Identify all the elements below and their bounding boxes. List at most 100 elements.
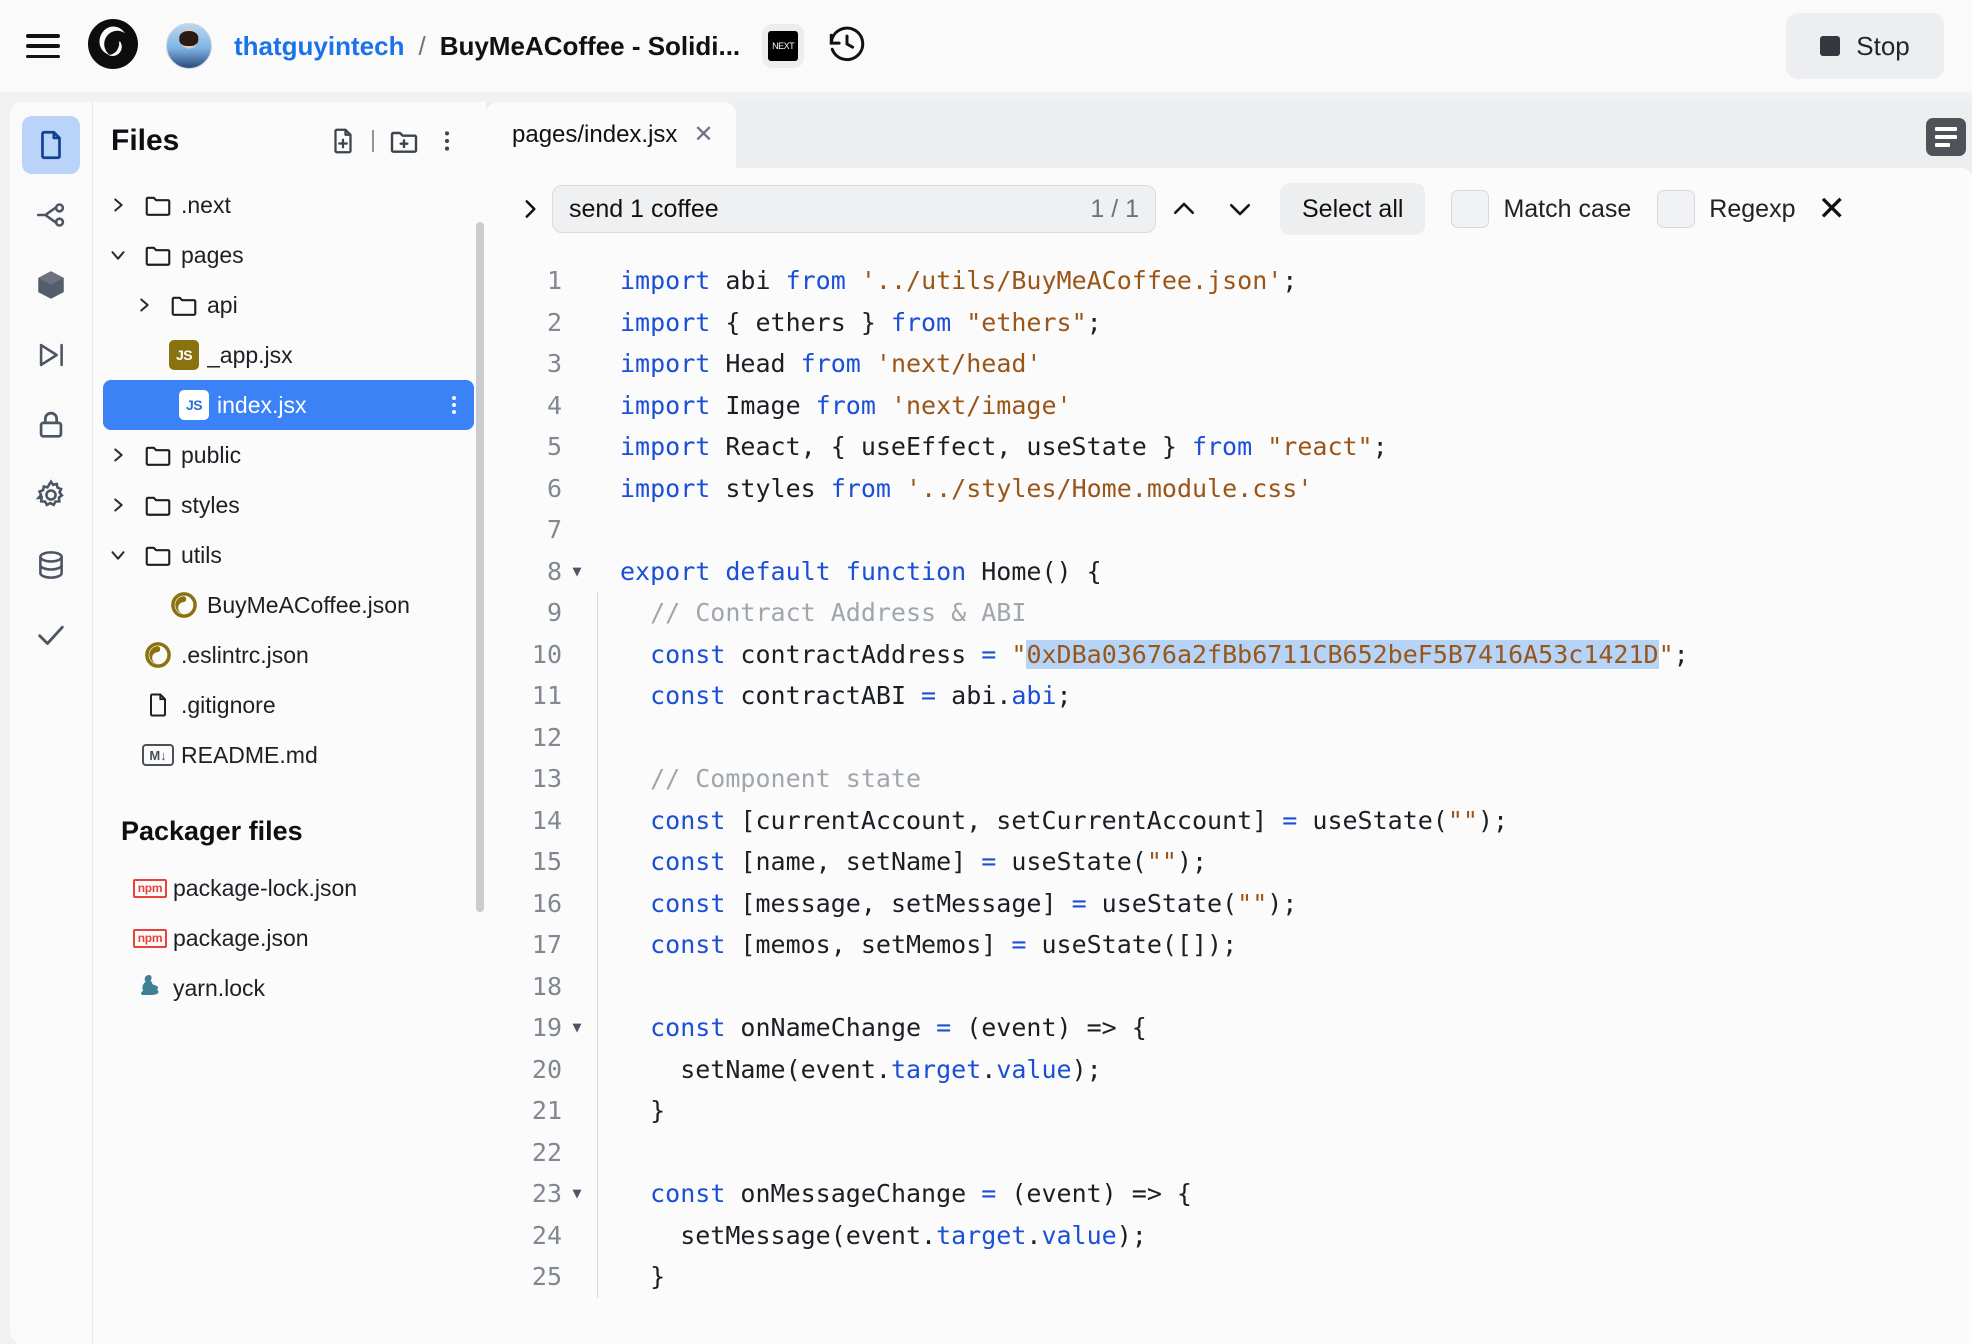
indent-guide [590,924,612,966]
kebab-menu-icon[interactable] [434,126,460,156]
code-text: } [620,1262,666,1291]
find-next-button[interactable] [1212,185,1268,233]
select-all-button[interactable]: Select all [1280,183,1426,235]
indent-guide [590,841,612,883]
tree-file-readme-md[interactable]: M↓ README.md [93,730,486,780]
yarn-cat-icon [127,973,173,1003]
sidebar-item-files[interactable] [22,116,80,174]
line-number: 15 [531,847,562,876]
indent-guide [590,551,612,593]
search-match-count: 1 / 1 [1090,194,1139,223]
hamburger-menu-icon[interactable] [26,34,60,58]
tree-item-label: _app.jsx [207,341,293,368]
sidebar-item-database[interactable] [22,536,80,594]
code-text: setMessage(event.target.value); [620,1220,1147,1250]
match-case-checkbox[interactable] [1451,190,1490,228]
fold-toggle-icon[interactable]: ▼ [564,1007,590,1049]
tree-item-label: public [181,441,242,468]
packager-file-package-json[interactable]: npm package.json [93,913,486,963]
tree-folder-next[interactable]: .next [93,180,486,230]
breadcrumb-separator: / [418,30,426,61]
chevron-down-icon[interactable] [101,244,135,266]
code-text: export default function Home() { [620,556,1102,586]
chevron-right-icon[interactable] [101,494,135,516]
sidebar-item-run[interactable] [22,326,80,384]
indent-guide [590,1048,612,1091]
code-text: const onMessageChange = (event) => { [650,1179,1192,1208]
chevron-right-icon[interactable] [101,444,135,466]
sidebar-item-packages[interactable] [22,256,80,314]
chevron-down-icon[interactable] [101,544,135,566]
tree-folder-utils[interactable]: utils [93,530,486,580]
sidebar-item-checks[interactable] [22,606,80,664]
tree-file-buymeacoffee-json[interactable]: BuyMeACoffee.json [93,580,486,630]
regexp-toggle[interactable]: Regexp [1657,190,1795,228]
code-line: 3 import Head from 'next/head' [486,343,1972,385]
tab-pages-index-jsx[interactable]: pages/index.jsx ✕ [486,102,736,168]
line-number: 3 [546,349,562,378]
code-editor[interactable]: 1 import abi from '../utils/BuyMeACoffee.… [486,250,1972,1344]
chevron-right-icon[interactable] [127,294,161,316]
code-line: 1 import abi from '../utils/BuyMeACoffee.… [486,260,1972,302]
stop-button[interactable]: Stop [1786,13,1944,79]
line-number: 24 [531,1220,562,1250]
fold-toggle-icon[interactable]: ▼ [564,551,590,593]
sidebar-item-settings[interactable] [22,466,80,524]
sidebar-item-version-control[interactable] [22,186,80,244]
folder-icon [135,190,181,220]
file-plus-icon[interactable] [328,126,358,156]
chevron-right-icon[interactable] [508,193,552,225]
code-text: import React, { useEffect, useState } fr… [620,432,1388,461]
workspace: Files .next pages api JS _app.jsx JS index.jsx… [0,92,1972,1344]
code-text: const [memos, setMemos] = useState([]); [650,930,1238,959]
history-clock-icon[interactable] [826,23,868,70]
regexp-checkbox[interactable] [1657,190,1696,228]
find-previous-button[interactable] [1156,185,1212,233]
editor-body: send 1 coffee 1 / 1 Select all Match cas… [486,168,1972,1344]
tree-file-app-jsx[interactable]: JS _app.jsx [93,330,486,380]
kebab-menu-icon[interactable] [452,396,466,414]
code-line: 5 import React, { useEffect, useState } f… [486,426,1972,468]
nextjs-badge-label: NEXT [768,31,799,61]
chevron-right-icon[interactable] [101,194,135,216]
indent-guide [590,509,612,551]
close-icon[interactable]: ✕ [1817,192,1846,226]
line-number: 7 [546,515,562,544]
code-line: 19 ▼ const onNameChange = (event) => { [486,1007,1972,1049]
packager-file-label: package-lock.json [173,874,358,901]
indent-guide [590,260,612,302]
tree-file-eslintrc-json[interactable]: .eslintrc.json [93,630,486,680]
tree-folder-public[interactable]: public [93,430,486,480]
files-scrollbar[interactable] [476,222,484,912]
avatar[interactable] [166,23,212,69]
packager-file-package-lock-json[interactable]: npm package-lock.json [93,863,486,913]
packager-file-yarn-lock[interactable]: yarn.lock [93,963,486,1013]
search-input[interactable]: send 1 coffee 1 / 1 [552,185,1156,233]
tree-folder-styles[interactable]: styles [93,480,486,530]
find-bar: send 1 coffee 1 / 1 Select all Match cas… [486,168,1972,250]
file-tree: .next pages api JS _app.jsx JS index.jsx public… [93,172,486,780]
js-file-icon: JS [161,340,207,370]
replit-logo-icon[interactable] [86,17,140,76]
fold-toggle-icon[interactable]: ▼ [564,1173,590,1215]
folder-plus-icon[interactable] [388,125,420,157]
tree-file-index-jsx[interactable]: JS index.jsx [103,380,474,430]
breadcrumb-project[interactable]: BuyMeACoffee - Solidi... [440,31,740,62]
match-case-toggle[interactable]: Match case [1451,190,1631,228]
tree-folder-pages[interactable]: pages [93,230,486,280]
breadcrumb-username[interactable]: thatguyintech [234,31,404,62]
tree-folder-api[interactable]: api [93,280,486,330]
sidebar-item-secrets[interactable] [22,396,80,454]
close-icon[interactable]: ✕ [693,123,713,147]
line-number: 2 [546,307,562,337]
panel-list-icon[interactable] [1926,118,1966,156]
stop-button-label: Stop [1856,30,1910,61]
tree-file-gitignore[interactable]: .gitignore [93,680,486,730]
